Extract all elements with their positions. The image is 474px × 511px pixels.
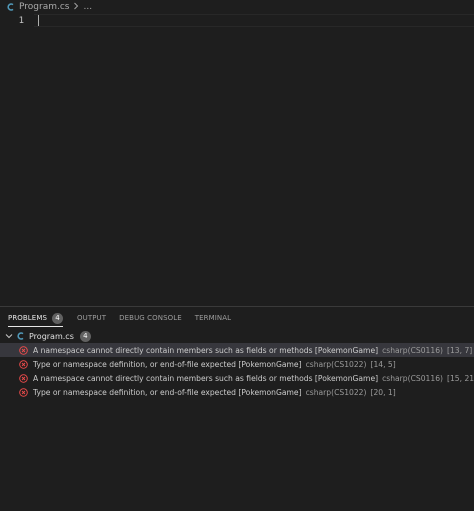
problems-file-name: Program.cs bbox=[29, 331, 74, 341]
file-problem-count-badge: 4 bbox=[79, 330, 91, 342]
problem-source: csharp(CS0116) bbox=[382, 345, 443, 355]
error-icon bbox=[19, 359, 28, 369]
error-icon bbox=[19, 387, 28, 397]
line-number: 1 bbox=[18, 15, 24, 26]
problem-source: csharp(CS0116) bbox=[382, 373, 443, 383]
problem-message: Type or namespace definition, or end-of-… bbox=[33, 359, 302, 369]
vscode-window: Program.cs ... 1 PROBLEMS 4 OUTPUT DEBUG… bbox=[0, 0, 474, 511]
problem-source: csharp(CS1022) bbox=[305, 387, 367, 397]
tab-problems-label: PROBLEMS bbox=[8, 314, 48, 322]
problem-location: [13, 7] bbox=[447, 345, 473, 355]
error-icon bbox=[19, 373, 28, 383]
problem-item[interactable]: Type or namespace definition, or end-of-… bbox=[0, 385, 474, 399]
problem-location: [20, 1] bbox=[370, 387, 396, 397]
current-line-highlight bbox=[34, 14, 474, 27]
problem-item[interactable]: A namespace cannot directly contain memb… bbox=[0, 371, 474, 385]
problems-count-badge: 4 bbox=[52, 312, 64, 324]
chevron-right-icon bbox=[73, 2, 79, 13]
csharp-file-icon bbox=[17, 332, 25, 340]
breadcrumb-more[interactable]: ... bbox=[83, 2, 92, 12]
problem-item[interactable]: A namespace cannot directly contain memb… bbox=[0, 343, 474, 357]
breadcrumb-file[interactable]: Program.cs bbox=[19, 2, 69, 12]
tab-output-label: OUTPUT bbox=[77, 314, 107, 322]
problems-file-row[interactable]: Program.cs 4 bbox=[0, 329, 474, 343]
csharp-file-icon bbox=[7, 3, 15, 11]
tab-terminal-label: TERMINAL bbox=[194, 314, 232, 322]
tab-output[interactable]: OUTPUT bbox=[77, 307, 106, 329]
tab-debug-console-label: DEBUG CONSOLE bbox=[119, 314, 182, 322]
breadcrumb: Program.cs ... bbox=[0, 0, 474, 14]
editor[interactable]: 1 bbox=[0, 14, 474, 306]
chevron-down-icon[interactable] bbox=[4, 333, 14, 339]
problem-location: [15, 21] bbox=[447, 373, 474, 383]
tab-terminal[interactable]: TERMINAL bbox=[195, 307, 231, 329]
tab-problems[interactable]: PROBLEMS 4 bbox=[8, 307, 64, 329]
problem-message: Type or namespace definition, or end-of-… bbox=[33, 387, 302, 397]
panel-tabs: PROBLEMS 4 OUTPUT DEBUG CONSOLE TERMINAL bbox=[0, 307, 474, 329]
problem-message: A namespace cannot directly contain memb… bbox=[33, 373, 379, 383]
error-icon bbox=[19, 345, 28, 355]
problems-list: Program.cs 4 A namespace cannot directly… bbox=[0, 329, 474, 399]
problem-source: csharp(CS1022) bbox=[305, 359, 367, 369]
text-cursor bbox=[38, 15, 39, 26]
problem-message: A namespace cannot directly contain memb… bbox=[33, 345, 379, 355]
problem-item[interactable]: Type or namespace definition, or end-of-… bbox=[0, 357, 474, 371]
problem-location: [14, 5] bbox=[370, 359, 396, 369]
tab-debug-console[interactable]: DEBUG CONSOLE bbox=[119, 307, 182, 329]
bottom-panel: PROBLEMS 4 OUTPUT DEBUG CONSOLE TERMINAL bbox=[0, 306, 474, 511]
